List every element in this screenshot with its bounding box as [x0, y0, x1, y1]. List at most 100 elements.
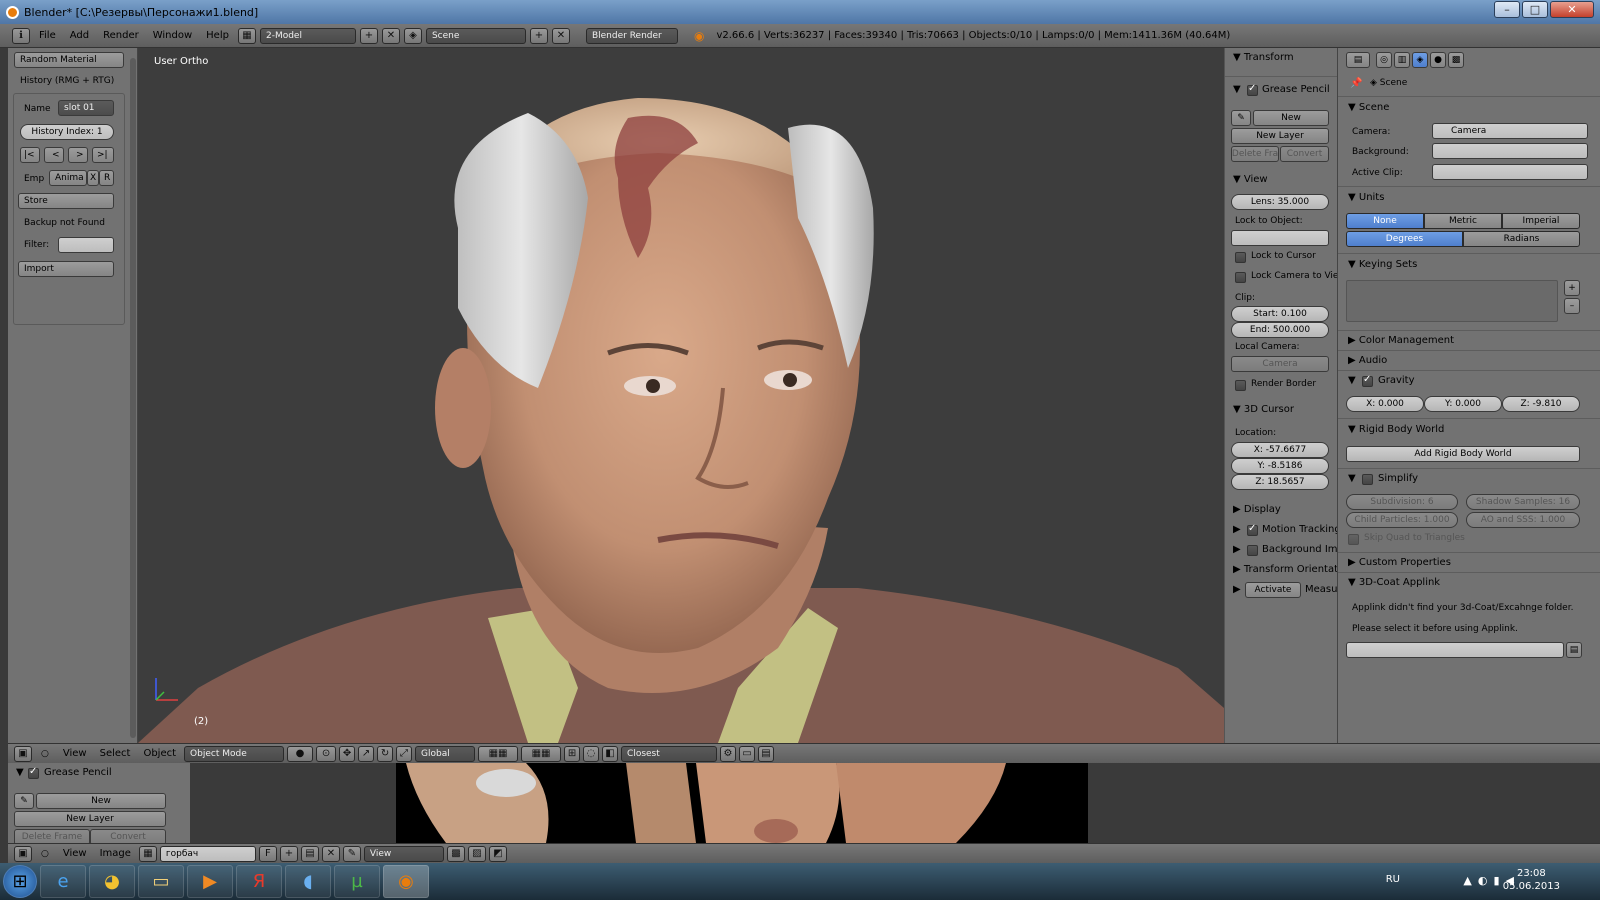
- translate-manipulator-icon[interactable]: ↗: [358, 745, 375, 762]
- lock-camera-checkbox[interactable]: [1235, 272, 1246, 283]
- clip-start-field[interactable]: Start: 0.100: [1231, 306, 1329, 322]
- render-tab-icon[interactable]: ◎: [1376, 52, 1392, 68]
- active-clip-field[interactable]: [1432, 164, 1588, 180]
- snap-toggle-icon[interactable]: ◧: [602, 745, 619, 762]
- close-button[interactable]: ✕: [1550, 1, 1594, 18]
- transform-orientations-header[interactable]: ▶ Transform Orientatio: [1233, 564, 1337, 575]
- render-opengl-icon[interactable]: ⚙: [720, 745, 737, 762]
- scene-icon[interactable]: ◈: [403, 27, 422, 44]
- history-next-button[interactable]: >: [68, 147, 88, 163]
- lock-object-field[interactable]: [1231, 230, 1329, 246]
- history-last-button[interactable]: >|: [92, 147, 114, 163]
- activate-button[interactable]: Activate: [1245, 582, 1301, 598]
- pin-icon[interactable]: 📌: [1350, 78, 1362, 89]
- unit-metric-button[interactable]: Metric: [1424, 213, 1502, 229]
- view-panel-header[interactable]: ▼ View: [1233, 174, 1268, 185]
- motion-tracking-checkbox[interactable]: [1247, 523, 1258, 536]
- start-button-icon[interactable]: ⊞: [3, 865, 37, 898]
- input-language-indicator[interactable]: RU: [1386, 874, 1400, 885]
- simplify-header[interactable]: ▼: [1348, 473, 1356, 484]
- keying-sets-list[interactable]: [1346, 280, 1558, 322]
- lens-field[interactable]: Lens: 35.000: [1231, 194, 1329, 210]
- image-mode-dropdown[interactable]: View: [363, 845, 444, 862]
- new-image-icon[interactable]: +: [279, 845, 298, 862]
- image-header-toggle-icon[interactable]: ○: [41, 849, 49, 859]
- image-menu-image[interactable]: Image: [95, 848, 136, 859]
- x-button[interactable]: X: [87, 170, 99, 186]
- background-images-header[interactable]: ▶: [1233, 544, 1241, 555]
- degrees-button[interactable]: Degrees: [1346, 231, 1463, 247]
- internet-explorer-icon[interactable]: e: [40, 865, 86, 898]
- audio-header[interactable]: ▶ Audio: [1348, 355, 1387, 366]
- add-keying-set-icon[interactable]: +: [1564, 280, 1580, 296]
- image-grease-pencil-header[interactable]: ▼: [16, 767, 24, 778]
- image-browse-icon[interactable]: ▦: [138, 845, 157, 862]
- pencil-icon[interactable]: ✎: [1231, 110, 1251, 126]
- transform-panel-header[interactable]: ▼ Transform: [1233, 52, 1294, 63]
- store-button[interactable]: Store: [18, 193, 114, 209]
- minimize-button[interactable]: –: [1494, 1, 1520, 18]
- keying-sets-panel-header[interactable]: ▼ Keying Sets: [1348, 259, 1417, 270]
- proportional-edit-icon[interactable]: ◌: [583, 745, 600, 762]
- lock-cursor-checkbox[interactable]: [1235, 252, 1246, 263]
- scene-panel-header[interactable]: ▼ Scene: [1348, 102, 1389, 113]
- random-material-button[interactable]: Random Material: [14, 52, 124, 68]
- explorer-folder-icon[interactable]: ▭: [138, 865, 184, 898]
- filter-field[interactable]: [58, 237, 114, 253]
- scene-field[interactable]: Scene: [425, 27, 526, 44]
- remove-scene-icon[interactable]: ✕: [551, 27, 570, 44]
- gravity-z-field[interactable]: Z: -9.810: [1502, 396, 1580, 412]
- image-name-field[interactable]: горбач: [159, 845, 256, 862]
- menu-render[interactable]: Render: [98, 30, 144, 41]
- shadow-samples-field[interactable]: Shadow Samples: 16: [1466, 494, 1580, 510]
- utorrent-icon[interactable]: µ: [334, 865, 380, 898]
- image-zbuffer-icon[interactable]: ◩: [488, 845, 507, 862]
- history-first-button[interactable]: |<: [20, 147, 40, 163]
- motion-tracking-header[interactable]: ▶: [1233, 524, 1241, 535]
- system-clock[interactable]: 23:08 05.06.2013: [1503, 867, 1560, 893]
- rotate-manipulator-icon[interactable]: ↻: [377, 745, 394, 762]
- name-field[interactable]: slot 01: [58, 100, 114, 116]
- applink-header[interactable]: ▼ 3D-Coat Applink: [1348, 577, 1440, 588]
- menu-add[interactable]: Add: [65, 30, 94, 41]
- custom-properties-header[interactable]: ▶ Custom Properties: [1348, 557, 1451, 568]
- texture-tab-icon[interactable]: ▩: [1448, 52, 1464, 68]
- scale-manipulator-icon[interactable]: ⤢: [396, 745, 413, 762]
- viewport-shading-icon[interactable]: ●: [287, 745, 314, 762]
- menu-object[interactable]: Object: [138, 748, 181, 759]
- unit-none-button[interactable]: None: [1346, 213, 1424, 229]
- cursor-y-field[interactable]: Y: -8.5186: [1231, 458, 1329, 474]
- audio-player-icon[interactable]: ◖: [285, 865, 331, 898]
- open-image-icon[interactable]: ▤: [300, 845, 319, 862]
- gravity-checkbox[interactable]: [1362, 374, 1373, 387]
- tool-shelf-scrollbar[interactable]: [130, 58, 136, 738]
- camera-field[interactable]: Camera: [1432, 123, 1588, 139]
- image-menu-view[interactable]: View: [58, 848, 92, 859]
- folder-browse-icon[interactable]: ▤: [1566, 642, 1582, 658]
- 3d-view-editor-type-icon[interactable]: ▣: [14, 745, 32, 762]
- pin-image-icon[interactable]: ✎: [342, 845, 361, 862]
- menu-help[interactable]: Help: [201, 30, 234, 41]
- r-button[interactable]: R: [99, 170, 114, 186]
- cursor-x-field[interactable]: X: -57.6677: [1231, 442, 1329, 458]
- render-border-checkbox[interactable]: [1235, 380, 1246, 391]
- convert-button[interactable]: Convert: [1280, 146, 1329, 162]
- ao-sss-field[interactable]: AO and SSS: 1.000: [1466, 512, 1580, 528]
- new-layer-button[interactable]: New Layer: [1231, 128, 1329, 144]
- grease-new-button[interactable]: New: [1253, 110, 1329, 126]
- delete-frame-button[interactable]: Delete Fra: [1231, 146, 1279, 162]
- add-rigid-body-world-button[interactable]: Add Rigid Body World: [1346, 446, 1580, 462]
- menu-file[interactable]: File: [34, 30, 61, 41]
- gravity-y-field[interactable]: Y: 0.000: [1424, 396, 1502, 412]
- grease-pencil-checkbox[interactable]: [1247, 83, 1258, 96]
- local-camera-field[interactable]: Camera: [1231, 356, 1329, 372]
- remove-keying-set-icon[interactable]: –: [1564, 298, 1580, 314]
- clip-end-field[interactable]: End: 500.000: [1231, 322, 1329, 338]
- image-pencil-icon[interactable]: ✎: [14, 793, 34, 809]
- image-delete-frame-button[interactable]: Delete Frame: [14, 829, 90, 843]
- mode-dropdown[interactable]: Object Mode: [184, 745, 285, 762]
- image-new-layer-button[interactable]: New Layer: [14, 811, 166, 827]
- menu-window[interactable]: Window: [148, 30, 197, 41]
- scene-tab-icon[interactable]: ◈: [1412, 52, 1428, 68]
- render-animation-icon[interactable]: ▤: [758, 745, 775, 762]
